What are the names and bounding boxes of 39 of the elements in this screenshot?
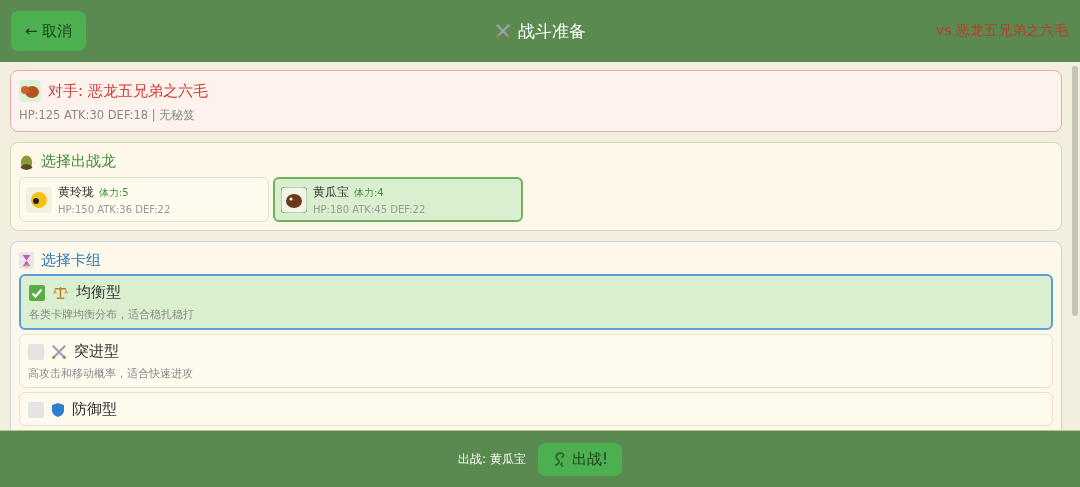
hourglass-icon bbox=[19, 252, 34, 269]
deck-name: 均衡型 bbox=[76, 283, 121, 302]
dragon-name: 黄玲珑 bbox=[58, 184, 94, 201]
deck-name: 突进型 bbox=[74, 342, 119, 361]
deck-name: 防御型 bbox=[72, 400, 117, 419]
deck-option[interactable]: 突进型 高攻击和移动概率，适合快速进攻 bbox=[19, 334, 1053, 388]
crossed-swords-icon bbox=[51, 343, 67, 360]
checkbox[interactable] bbox=[29, 284, 45, 301]
scales-icon bbox=[52, 285, 69, 300]
shield-icon bbox=[51, 401, 65, 418]
deck-option[interactable]: 均衡型 各类卡牌均衡分布，适合稳扎稳打 bbox=[19, 274, 1053, 330]
dragon-option[interactable]: 黄瓜宝 体力:4 HP:180 ATK:45 DEF:22 bbox=[273, 177, 523, 222]
fight-button[interactable]: 出战! bbox=[537, 442, 622, 476]
dragon-icon bbox=[281, 186, 307, 213]
button-label: 出战! bbox=[571, 449, 608, 469]
stamina-label: 体力:5 bbox=[99, 185, 129, 200]
checkbox[interactable] bbox=[28, 401, 44, 418]
opponent-stats: HP:125 ATK:30 DEF:18 | 无秘笈 bbox=[19, 108, 197, 123]
stamina-label: 体力:4 bbox=[354, 185, 384, 200]
deck-description: 各类卡牌均衡分布，适合稳扎稳打 bbox=[29, 307, 195, 322]
dragon-name: 黄瓜宝 bbox=[313, 184, 349, 201]
dragon-option[interactable]: 黄玲珑 体力:5 HP:150 ATK:36 DEF:22 bbox=[19, 177, 269, 222]
deck-description: 高攻击和移动概率，适合快速进攻 bbox=[28, 366, 194, 381]
dragon-stats: HP:150 ATK:36 DEF:22 bbox=[58, 204, 171, 215]
section-title: 选择出战龙 bbox=[41, 152, 116, 171]
opponent-label: vs 恶龙五兄弟之六毛 bbox=[935, 22, 1068, 40]
opponent-name: 对手: 恶龙五兄弟之六毛 bbox=[48, 81, 208, 101]
crossed-swords-icon bbox=[494, 22, 512, 40]
section-title: 选择卡组 bbox=[41, 251, 101, 270]
dragon-icon bbox=[19, 80, 41, 102]
deck-option[interactable]: 防御型 bbox=[19, 392, 1053, 426]
scrollbar[interactable] bbox=[1072, 66, 1078, 316]
selected-dragon-label: 出战: 黄瓜宝 bbox=[458, 450, 526, 468]
cancel-button[interactable]: ← 取消 bbox=[11, 11, 87, 51]
egg-icon bbox=[19, 153, 34, 170]
checkbox[interactable] bbox=[28, 343, 44, 360]
screen-title: 战斗准备 bbox=[518, 19, 586, 43]
dragon-stats: HP:180 ATK:45 DEF:22 bbox=[313, 204, 426, 215]
dragon-icon bbox=[26, 186, 52, 213]
